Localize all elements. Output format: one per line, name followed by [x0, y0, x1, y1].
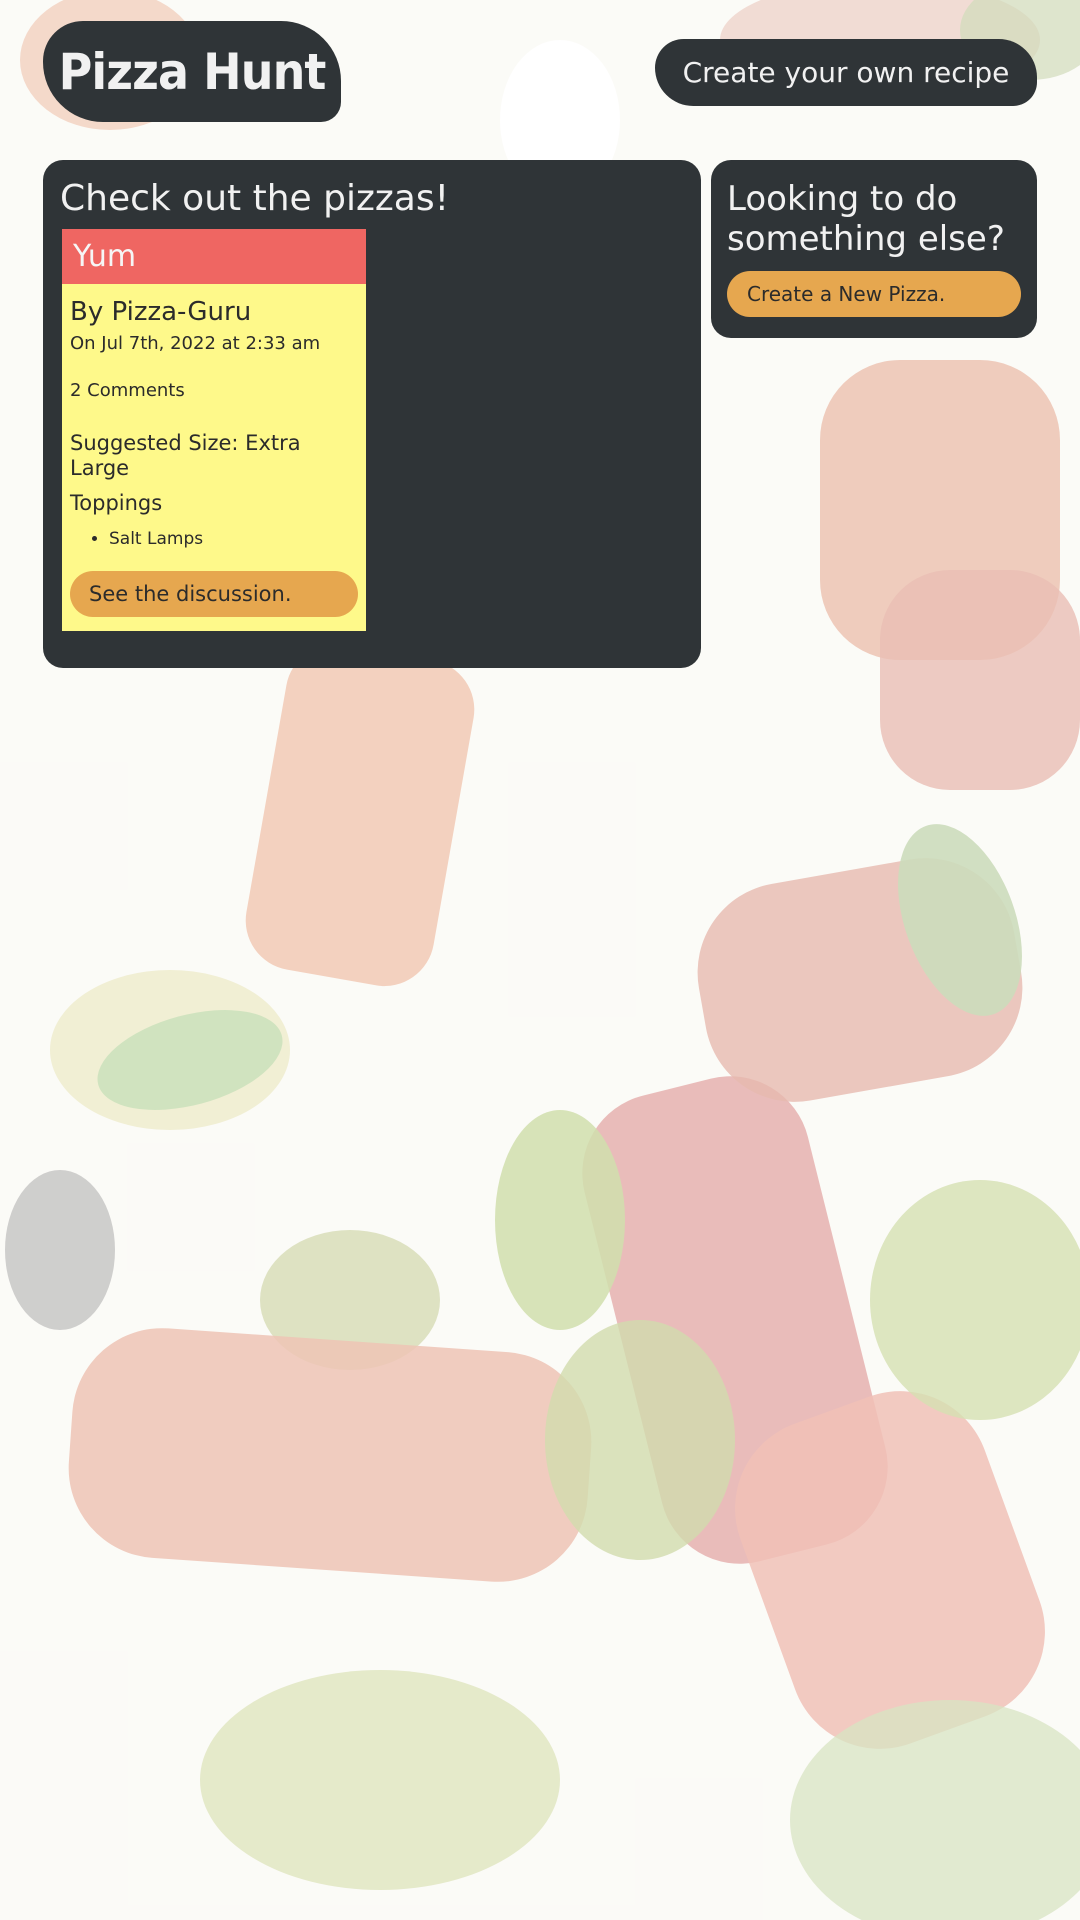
brand-name: Pizza Hunt [58, 42, 327, 101]
see-discussion-button[interactable]: See the discussion. [70, 571, 358, 617]
toppings-list: Salt Lamps [70, 529, 358, 549]
brand-logo[interactable]: Pizza Hunt [43, 21, 341, 122]
topping-item: Salt Lamps [109, 529, 358, 549]
pizza-comment-count: 2 Comments [70, 380, 185, 401]
pizza-list-panel: Check out the pizzas! Yum By Pizza-Guru … [43, 160, 701, 668]
pizza-date: On Jul 7th, 2022 at 2:33 am [70, 333, 321, 354]
create-recipe-button[interactable]: Create your own recipe [655, 39, 1037, 106]
sidebar-panel: Looking to do something else? Create a N… [711, 160, 1037, 338]
pizza-card: Yum By Pizza-Guru On Jul 7th, 2022 at 2:… [62, 229, 366, 631]
pizza-size: Suggested Size: Extra Large [70, 431, 301, 480]
create-new-pizza-button[interactable]: Create a New Pizza. [727, 271, 1021, 317]
sidebar-title: Looking to do something else? [727, 179, 1005, 259]
pizza-card-body: By Pizza-Guru On Jul 7th, 2022 at 2:33 a… [62, 297, 366, 549]
toppings-heading: Toppings [70, 491, 163, 515]
pizza-author: By Pizza-Guru [70, 297, 252, 327]
pizza-name: Yum [62, 229, 366, 284]
page-title: Check out the pizzas! [60, 178, 450, 219]
